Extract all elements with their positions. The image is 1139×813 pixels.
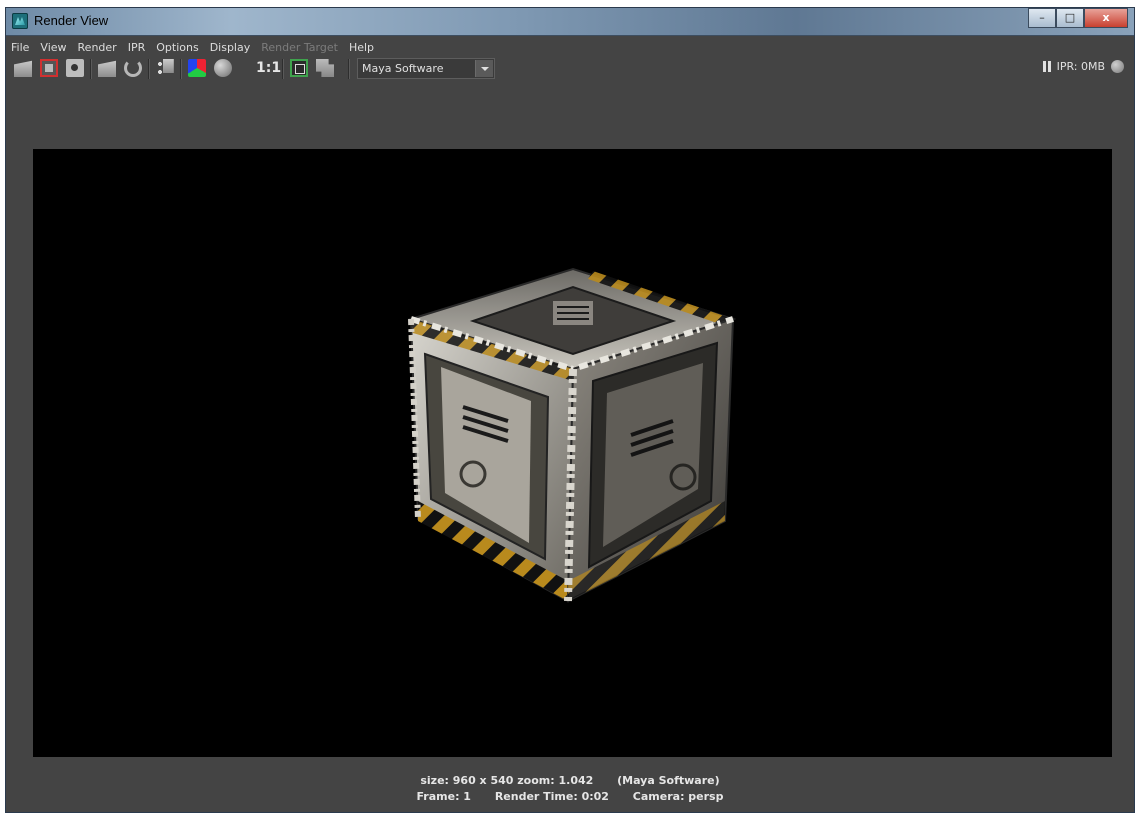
render-status: size: 960 x 540 zoom: 1.042 (Maya Softwa… (6, 773, 1134, 805)
render-region-icon[interactable] (40, 59, 58, 77)
render-settings-icon[interactable] (156, 59, 174, 77)
region-icon[interactable] (316, 59, 334, 77)
render-time-readout: Render Time: 0:02 (494, 790, 609, 803)
rendered-image (407, 267, 737, 603)
window-title: Render View (34, 13, 109, 28)
refresh-icon[interactable] (124, 59, 142, 77)
render-view-window: Render View – □ x File View Render IPR O… (5, 7, 1135, 813)
ipr-status: IPR: 0MB (1042, 60, 1124, 73)
caption-buttons: – □ x (1028, 8, 1128, 28)
maximize-button[interactable]: □ (1056, 8, 1084, 28)
menu-file[interactable]: File (6, 37, 35, 55)
menu-render-target: Render Target (261, 41, 338, 54)
renderer-select-value: Maya Software (362, 62, 444, 75)
toolbar-separator (348, 59, 350, 79)
real-size-button[interactable]: 1:1 (256, 60, 281, 76)
toolbar-separator (90, 59, 92, 79)
toolbar-separator (148, 59, 150, 79)
size-zoom-readout: size: 960 x 540 zoom: 1.042 (420, 774, 594, 787)
close-button[interactable]: x (1084, 8, 1128, 28)
toolbar: 1:1 Maya Software IPR: 0MB (6, 55, 1134, 81)
menu-help[interactable]: Help (344, 37, 380, 55)
rgb-channels-icon[interactable] (188, 59, 206, 77)
renderer-select[interactable]: Maya Software (357, 58, 495, 79)
frame-readout: Frame: 1 (416, 790, 471, 803)
pause-icon[interactable] (1042, 61, 1051, 72)
ipr-status-icon (1111, 60, 1124, 73)
minimize-button[interactable]: – (1028, 8, 1056, 28)
alpha-channel-icon[interactable] (214, 59, 232, 77)
snapshot-icon[interactable] (66, 59, 84, 77)
menu-display[interactable]: Display (205, 37, 257, 55)
maya-app-icon (12, 13, 28, 29)
toolbar-separator (282, 59, 284, 79)
menu-options[interactable]: Options (151, 37, 204, 55)
status-line-1: size: 960 x 540 zoom: 1.042 (Maya Softwa… (6, 773, 1134, 789)
title-bar[interactable]: Render View – □ x (6, 8, 1134, 36)
toolbar-separator (180, 59, 182, 79)
status-line-2: Frame: 1 Render Time: 0:02 Camera: persp (6, 789, 1134, 805)
menu-bar: File View Render IPR Options Display Ren… (6, 37, 380, 55)
menu-view[interactable]: View (35, 37, 72, 55)
ipr-render-icon[interactable] (98, 60, 116, 77)
ipr-memory-label: IPR: 0MB (1056, 60, 1105, 73)
redo-render-icon[interactable] (14, 60, 32, 77)
render-viewport[interactable] (33, 149, 1112, 757)
keep-image-icon[interactable] (290, 59, 308, 77)
renderer-readout: (Maya Software) (617, 774, 720, 787)
menu-render[interactable]: Render (73, 37, 123, 55)
chevron-down-icon[interactable] (475, 60, 493, 77)
camera-readout: Camera: persp (632, 790, 724, 803)
menu-ipr[interactable]: IPR (123, 37, 152, 55)
